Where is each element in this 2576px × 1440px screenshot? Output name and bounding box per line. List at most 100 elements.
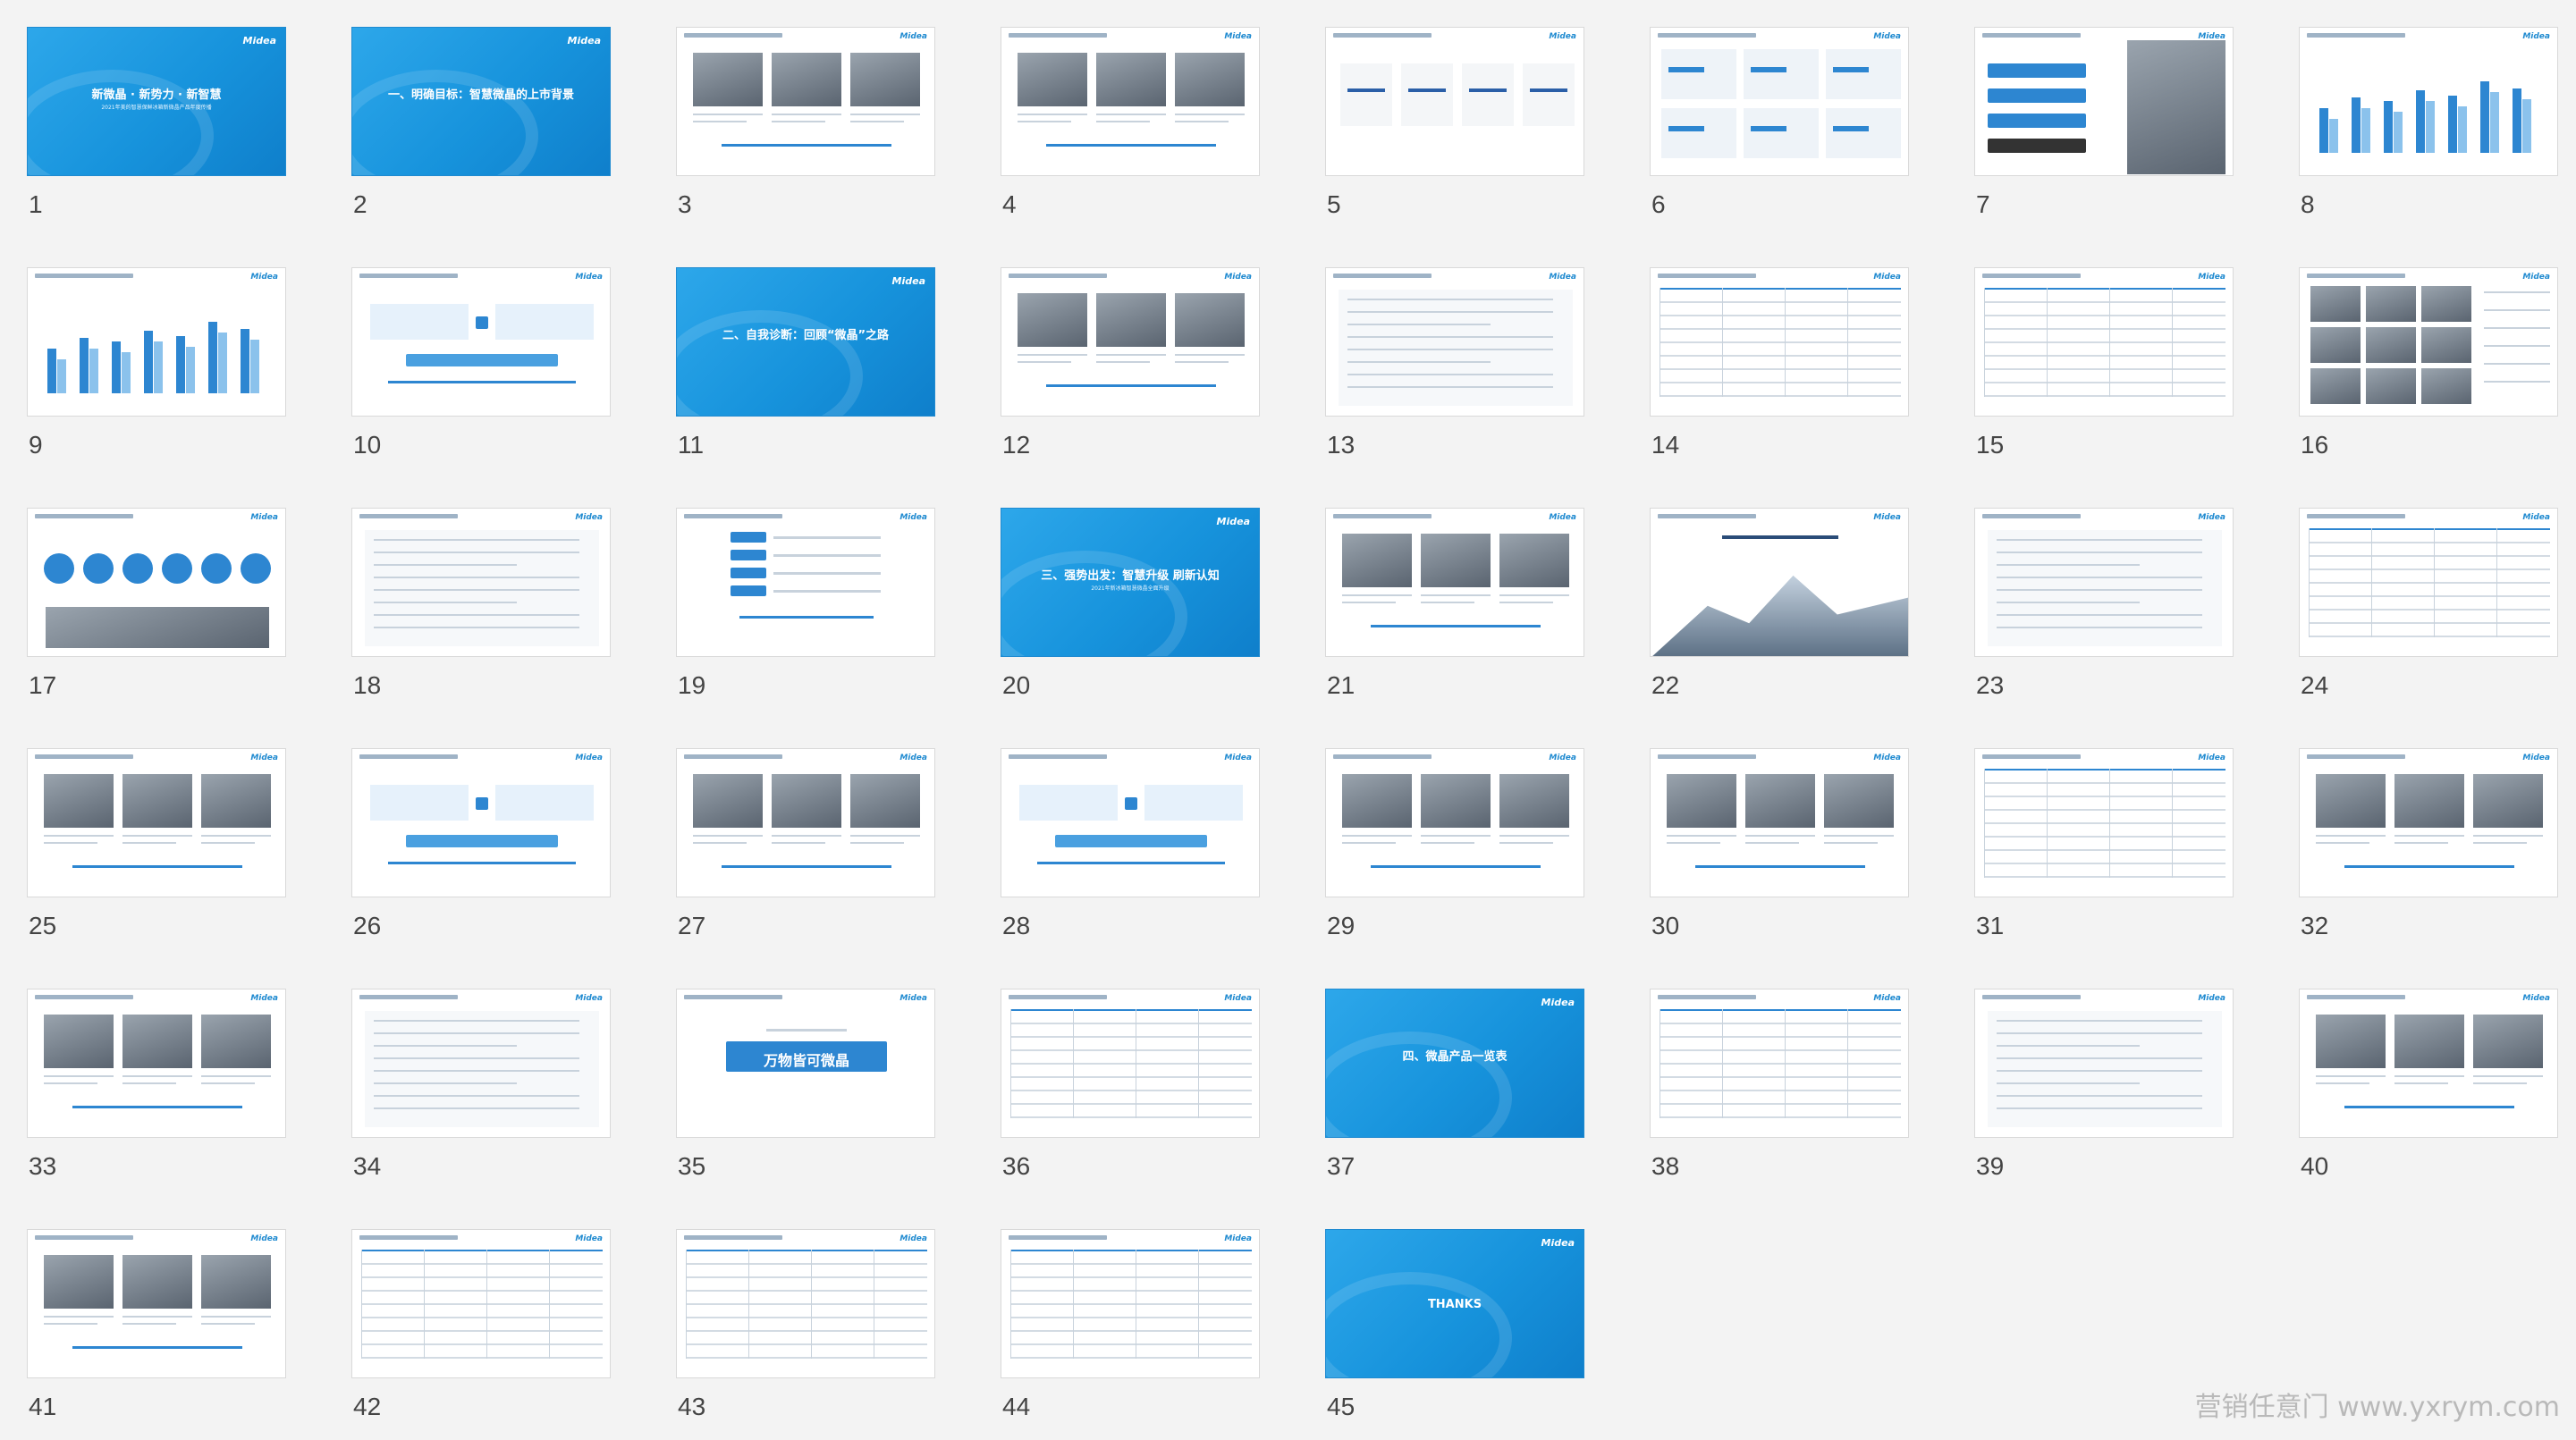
grid-image xyxy=(2310,286,2361,322)
slide-thumbnail[interactable]: Midea THANKS 45 xyxy=(1325,1229,1586,1440)
slide-thumbnail[interactable]: Midea 16 xyxy=(2299,267,2560,478)
person-photo xyxy=(2127,40,2225,174)
grid-image xyxy=(2366,286,2416,322)
slide-thumbnail[interactable]: Midea 33 xyxy=(27,989,288,1200)
slide-thumbnail[interactable]: Midea 9 xyxy=(27,267,288,478)
slide-thumbnail[interactable]: Midea 28 xyxy=(1001,748,1262,959)
slide-thumbnail[interactable]: Midea 14 xyxy=(1650,267,1911,478)
slide-thumbnail[interactable]: Midea 4 xyxy=(1001,27,1262,238)
slide-thumbnail[interactable]: Midea 31 xyxy=(1974,748,2235,959)
slide-thumbnail[interactable]: Midea 24 xyxy=(2299,508,2560,719)
slide-thumbnail[interactable]: Midea 三、强势出发：智慧升级 刷新认知 2021年新冰箱智慧微晶全面升级 20 xyxy=(1001,508,1262,719)
slide-thumbnail[interactable]: Midea 15 xyxy=(1974,267,2235,478)
midea-logo: Midea xyxy=(1549,273,1576,282)
slide-thumbnail[interactable]: Midea 12 xyxy=(1001,267,1262,478)
grid-image xyxy=(2310,327,2361,363)
slide-thumbnail[interactable]: Midea 44 xyxy=(1001,1229,1262,1440)
table-column xyxy=(1984,288,1985,397)
slide-thumbnail[interactable]: Midea 32 xyxy=(2299,748,2560,959)
slide-thumbnail[interactable]: Midea 29 xyxy=(1325,748,1586,959)
slide-thumbnail[interactable]: Midea 二、自我诊断：回顾“微晶”之路 11 xyxy=(676,267,937,478)
slide-thumbnail[interactable]: Midea 19 xyxy=(676,508,937,719)
plus-icon xyxy=(476,797,488,810)
table-row xyxy=(1660,1076,1901,1078)
slide-preview: Midea xyxy=(676,27,935,176)
list-tag xyxy=(731,532,766,543)
text-line xyxy=(2484,363,2550,365)
caption-line xyxy=(1421,842,1474,844)
header-line xyxy=(1982,754,2081,759)
slide-number: 44 xyxy=(1002,1393,1031,1420)
slide-thumbnail[interactable]: Midea 13 xyxy=(1325,267,1586,478)
table-row xyxy=(686,1276,927,1278)
slide-preview: Midea xyxy=(351,748,611,897)
slide-thumbnail[interactable]: Midea 5 xyxy=(1325,27,1586,238)
slide-thumbnail[interactable]: Midea 36 xyxy=(1001,989,1262,1200)
slide-number: 1 xyxy=(29,190,43,218)
slide-thumbnail[interactable]: Midea 43 xyxy=(676,1229,937,1440)
caption-line xyxy=(1018,114,1087,115)
caption-line xyxy=(1499,602,1553,603)
table-row xyxy=(1984,796,2225,797)
table-column xyxy=(1010,1250,1011,1359)
slide-number: 30 xyxy=(1651,912,1680,939)
slide-thumbnail[interactable]: Midea 3 xyxy=(676,27,937,238)
table-column xyxy=(361,1250,362,1359)
table-row xyxy=(1660,341,1901,343)
slide-thumbnail[interactable]: Midea 10 xyxy=(351,267,612,478)
slide-image xyxy=(693,53,763,106)
caption-line xyxy=(850,114,920,115)
table-row xyxy=(1010,1103,1252,1105)
slide-thumbnail[interactable]: Midea 23 xyxy=(1974,508,2235,719)
slide-thumbnail[interactable]: Midea 39 xyxy=(1974,989,2235,1200)
table-row xyxy=(1660,301,1901,303)
text-line xyxy=(374,1107,579,1109)
slide-thumbnail[interactable]: Midea 17 xyxy=(27,508,288,719)
table-column xyxy=(2172,769,2173,878)
slide-thumbnail[interactable]: Midea 42 xyxy=(351,1229,612,1440)
slide-thumbnail[interactable]: Midea 万物皆可微晶 35 xyxy=(676,989,937,1200)
slide-thumbnail[interactable]: Midea 38 xyxy=(1650,989,1911,1200)
slide-thumbnail[interactable]: Midea 8 xyxy=(2299,27,2560,238)
list-text xyxy=(773,572,881,575)
slide-thumbnail[interactable]: Midea 7 xyxy=(1974,27,2235,238)
slide-preview: Midea 新微晶 · 新势力 · 新智慧 2021年美的智慧保鲜冰箱新微晶产品年度… xyxy=(27,27,286,176)
caption-line xyxy=(1421,602,1474,603)
table-row xyxy=(1984,355,2225,357)
slide-number: 9 xyxy=(29,431,43,459)
slide-thumbnail[interactable]: Midea 6 xyxy=(1650,27,1911,238)
slide-thumbnail[interactable]: Midea 27 xyxy=(676,748,937,959)
footer-text-line xyxy=(1371,865,1541,868)
slide-title: 三、强势出发：智慧升级 刷新认知 xyxy=(1041,569,1220,583)
text-line xyxy=(1347,386,1553,388)
caption-line xyxy=(2473,1082,2527,1084)
list-tag xyxy=(731,585,766,596)
slide-subtitle: 2021年新冰箱智慧微晶全面升级 xyxy=(1091,585,1170,592)
table-column xyxy=(2371,528,2372,637)
slide-number: 8 xyxy=(2301,190,2315,218)
midea-logo: Midea xyxy=(242,35,276,46)
arrow-band xyxy=(1055,835,1207,847)
slide-thumbnail[interactable]: Midea 22 xyxy=(1650,508,1911,719)
slide-thumbnail[interactable]: Midea 40 xyxy=(2299,989,2560,1200)
slide-thumbnail[interactable]: Midea 41 xyxy=(27,1229,288,1440)
slide-thumbnail[interactable]: Midea 30 xyxy=(1650,748,1911,959)
slide-thumbnail[interactable]: Midea 一、明确目标：智慧微晶的上市背景 2 xyxy=(351,27,612,238)
table-row xyxy=(361,1263,603,1265)
slide-thumbnail[interactable]: Midea 25 xyxy=(27,748,288,959)
slide-thumbnail[interactable]: Midea 21 xyxy=(1325,508,1586,719)
stat-value xyxy=(1668,67,1704,72)
caption-line xyxy=(44,835,114,837)
text-line xyxy=(1997,627,2202,628)
slide-preview: Midea xyxy=(1974,989,2234,1138)
slide-preview: Midea xyxy=(27,989,286,1138)
slide-thumbnail[interactable]: Midea 四、微晶产品一览表 37 xyxy=(1325,989,1586,1200)
caption-line xyxy=(44,1316,114,1318)
slide-number: 18 xyxy=(353,671,382,699)
slide-thumbnail[interactable]: Midea 18 xyxy=(351,508,612,719)
slide-number: 7 xyxy=(1976,190,1990,218)
slide-thumbnail[interactable]: Midea 26 xyxy=(351,748,612,959)
slide-thumbnail[interactable]: Midea 34 xyxy=(351,989,612,1200)
midea-logo: Midea xyxy=(250,1234,278,1243)
slide-thumbnail[interactable]: Midea 新微晶 · 新势力 · 新智慧 2021年美的智慧保鲜冰箱新微晶产品年度… xyxy=(27,27,288,238)
